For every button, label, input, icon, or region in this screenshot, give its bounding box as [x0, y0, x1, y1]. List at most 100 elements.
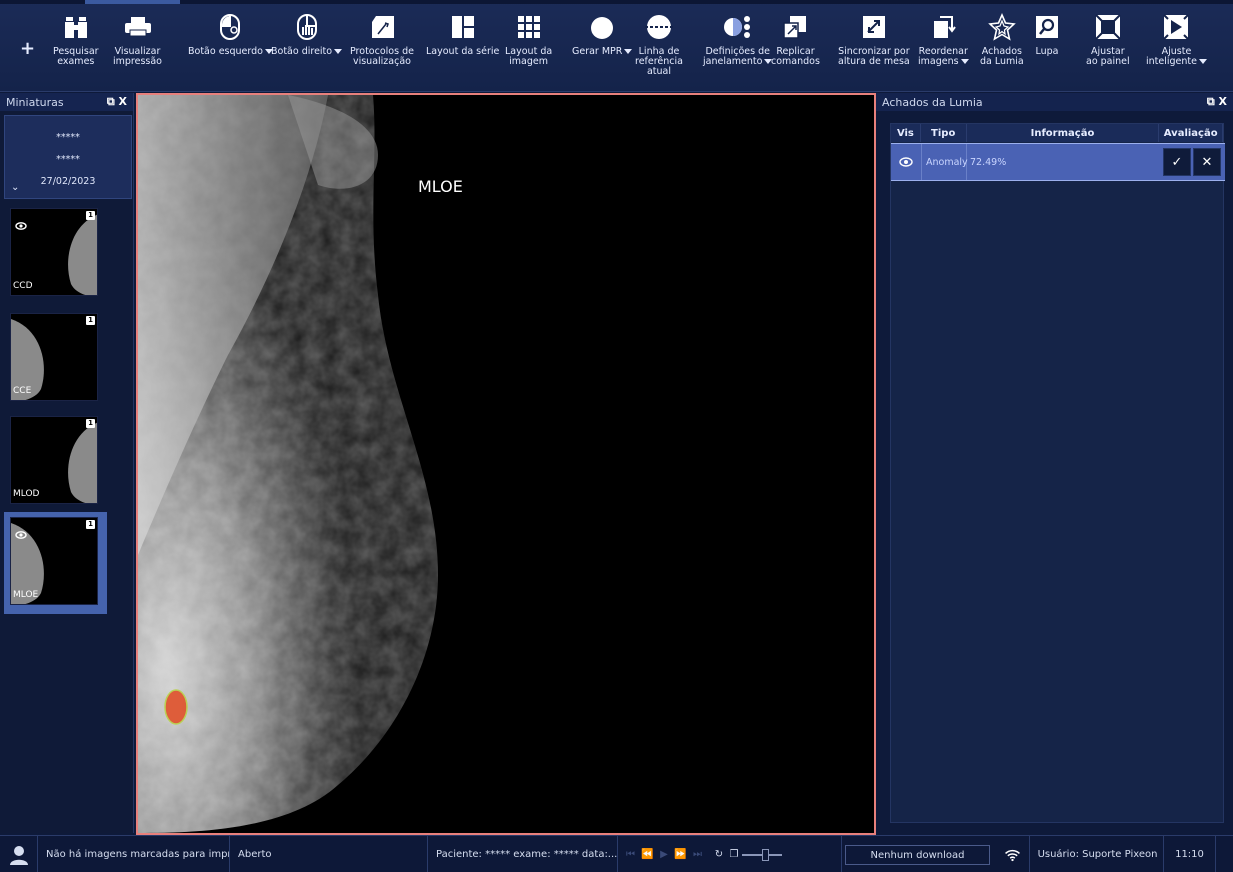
tool-ref-line-button[interactable]: Linha de referência atual — [635, 12, 683, 77]
tool-image-layout-button[interactable]: Layout da imagem — [505, 12, 552, 67]
first-frame-icon[interactable]: ⏮ — [626, 849, 635, 860]
column-vis[interactable]: Vis — [891, 124, 921, 142]
sync-icon — [859, 12, 889, 42]
downloads-status: Nenhum download — [845, 845, 990, 865]
mouse-left-icon — [215, 12, 245, 42]
tool-sync-button[interactable]: Sincronizar por altura de mesa — [838, 12, 910, 67]
eye-icon — [15, 215, 27, 234]
print-status: Não há imagens marcadas para imprimir — [38, 836, 230, 872]
stack-icon[interactable]: ❐ — [730, 849, 739, 860]
tool-reorder-button[interactable]: Reordenar imagens — [918, 12, 969, 67]
column-informacao[interactable]: Informação — [967, 124, 1160, 142]
evaluation-cell: ✓ ✕ — [1161, 144, 1225, 180]
tool-label: Achados da Lumia — [980, 46, 1024, 67]
detach-icon[interactable]: ⧉ — [1207, 95, 1215, 108]
tool-label: Lupa — [1035, 46, 1059, 57]
magnifier-icon — [1032, 12, 1062, 42]
column-tipo[interactable]: Tipo — [921, 124, 967, 142]
finding-marker[interactable] — [164, 689, 188, 725]
tool-search-button[interactable]: Pesquisar exames — [53, 12, 99, 67]
image-viewport[interactable]: MLOE — [136, 93, 876, 835]
study-line-1: ***** — [56, 132, 80, 143]
tool-label: Gerar MPR — [572, 47, 632, 57]
visibility-toggle[interactable] — [891, 144, 921, 180]
tool-mpr-button[interactable]: Gerar MPR — [572, 12, 632, 57]
user-icon[interactable] — [0, 836, 38, 872]
detach-icon[interactable]: ⧉ — [107, 95, 115, 108]
thumbnail-ccd[interactable]: 1 CCD — [10, 208, 98, 296]
tool-label: Protocolos de visualização — [350, 46, 414, 67]
chevron-down-icon[interactable]: ⌄ — [11, 182, 19, 193]
tool-label: Botão esquerdo — [188, 47, 273, 57]
lumia-findings-panel: Achados da Lumia ⧉ X Vis Tipo Informação… — [876, 93, 1233, 835]
finding-type: Anomaly — [921, 144, 968, 180]
thumbnail-label: MLOD — [13, 489, 40, 499]
tool-label: Botão direito — [271, 47, 342, 57]
series-layout-icon — [448, 12, 478, 42]
tool-label: Replicar comandos — [771, 46, 820, 67]
tool-fit-panel-button[interactable]: Ajustar ao painel — [1086, 12, 1130, 67]
view-label: MLOE — [418, 177, 463, 196]
tool-protocols-button[interactable]: Protocolos de visualização — [350, 12, 414, 67]
table-row[interactable]: Anomaly 72.49% ✓ ✕ — [891, 143, 1225, 181]
thumbnail-mloe[interactable]: 1 MLOE — [10, 517, 98, 605]
sphere-icon — [587, 12, 617, 42]
rewind-icon[interactable]: ⏪ — [641, 849, 653, 860]
close-icon[interactable]: X — [1219, 95, 1227, 108]
panel-title: Achados da Lumia — [882, 95, 983, 109]
plus-icon[interactable]: + — [20, 38, 35, 59]
speed-slider[interactable] — [741, 848, 782, 861]
tool-label: Ajustar ao painel — [1086, 46, 1130, 67]
reorder-icon — [928, 12, 958, 42]
thumbnails-panel: Miniaturas ⧉ X ***** ***** 27/02/2023 ⌄ … — [0, 93, 134, 833]
finding-info: 72.49% — [970, 156, 1007, 168]
image-count-badge: 1 — [86, 419, 95, 428]
lumia-star-icon — [987, 12, 1017, 42]
image-count-badge: 1 — [86, 520, 95, 529]
last-frame-icon[interactable]: ⏭ — [693, 849, 702, 860]
tool-magnifier-button[interactable]: Lupa — [1032, 12, 1062, 57]
thumbnail-label: CCD — [13, 281, 33, 291]
accept-button[interactable]: ✓ — [1163, 148, 1191, 176]
main-toolbar: + Pesquisar exames Visualizar impressão Bo… — [0, 0, 1233, 92]
study-state: Aberto — [230, 836, 428, 872]
reject-button[interactable]: ✕ — [1193, 148, 1221, 176]
tool-windowing-button[interactable]: Definições de janelamento — [703, 12, 772, 67]
replicate-icon — [780, 12, 810, 42]
play-icon[interactable]: ▶ — [660, 849, 668, 860]
tool-label: Visualizar impressão — [113, 46, 162, 67]
study-line-2: ***** — [56, 154, 80, 165]
mouse-hand-icon — [292, 12, 322, 42]
tool-left-button-button[interactable]: Botão esquerdo — [188, 12, 273, 57]
windowing-icon — [723, 12, 753, 42]
tool-label: Pesquisar exames — [53, 46, 99, 67]
current-user: Usuário: Suporte Pixeon — [1032, 836, 1164, 872]
printer-icon — [123, 12, 153, 42]
thumbnail-cce[interactable]: 1 CCE — [10, 313, 98, 401]
eye-icon — [899, 157, 913, 167]
wifi-icon — [996, 836, 1030, 872]
findings-table-header: Vis Tipo Informação Avaliação — [891, 124, 1224, 142]
loop-icon[interactable]: ↻ — [715, 849, 723, 860]
grid-layout-icon — [514, 12, 544, 42]
tool-label: Reordenar imagens — [918, 46, 968, 67]
active-tab-indicator — [85, 0, 180, 4]
eye-icon — [15, 524, 27, 543]
close-icon[interactable]: X — [119, 95, 127, 108]
panel-controls: ⧉ X — [1207, 95, 1227, 109]
thumbnail-mlod[interactable]: 1 MLOD — [10, 416, 98, 504]
tool-replicate-button[interactable]: Replicar comandos — [771, 12, 820, 67]
image-count-badge: 1 — [86, 316, 95, 325]
tool-print-button[interactable]: Visualizar impressão — [113, 12, 162, 67]
fast-forward-icon[interactable]: ⏩ — [674, 849, 686, 860]
panel-title: Miniaturas — [6, 95, 64, 109]
tool-right-button-button[interactable]: Botão direito — [271, 12, 342, 57]
slider-handle[interactable] — [761, 848, 769, 861]
tool-label: Definições de janelamento — [703, 47, 772, 67]
cine-controls: ⏮ ⏪ ▶ ⏩ ⏭ ↻ ❐ — [618, 836, 842, 872]
tool-smart-fit-button[interactable]: Ajuste inteligente — [1146, 12, 1207, 67]
tool-lumia-button[interactable]: Achados da Lumia — [980, 12, 1024, 67]
tool-series-layout-button[interactable]: Layout da série — [426, 12, 499, 57]
column-avaliacao[interactable]: Avaliação — [1159, 124, 1224, 142]
study-card[interactable]: ***** ***** 27/02/2023 ⌄ — [4, 115, 132, 199]
